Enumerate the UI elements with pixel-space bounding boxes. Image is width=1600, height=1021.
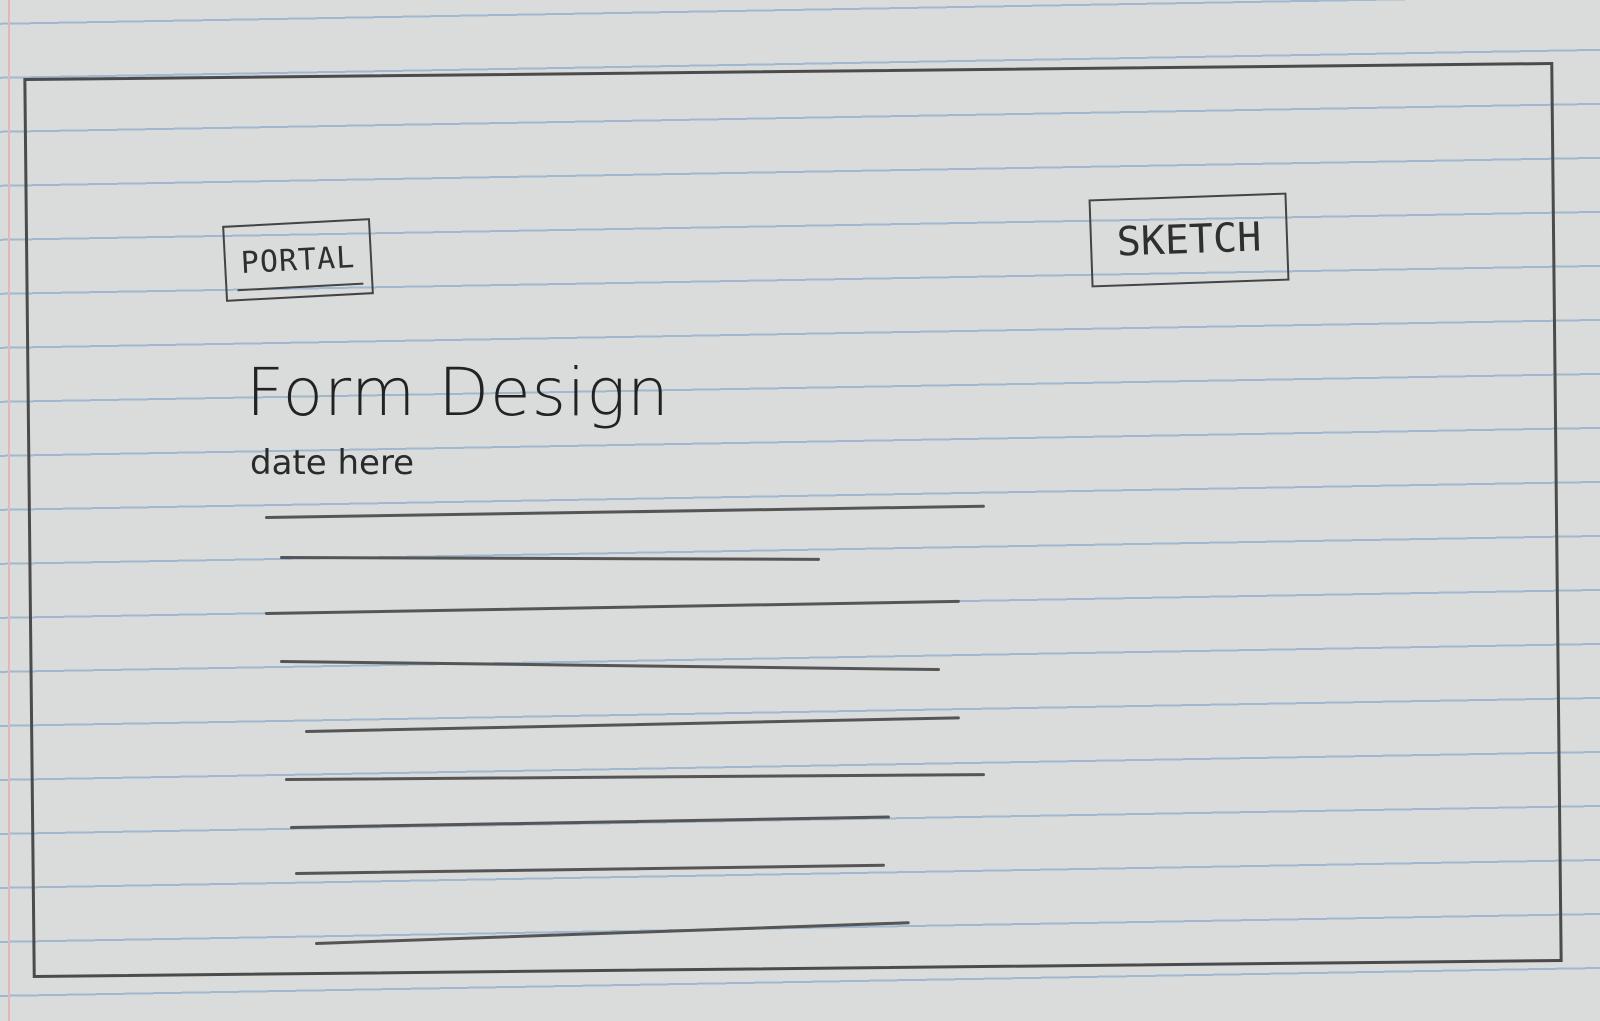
content-line [304,716,960,733]
content-line [279,660,940,672]
content-line [294,863,885,875]
content-line [264,504,985,519]
content-line [289,815,890,829]
content-line [284,773,985,781]
content-placeholder-lines [0,0,1600,1021]
content-line [279,556,821,561]
content-line [264,599,960,615]
content-line [314,921,910,945]
